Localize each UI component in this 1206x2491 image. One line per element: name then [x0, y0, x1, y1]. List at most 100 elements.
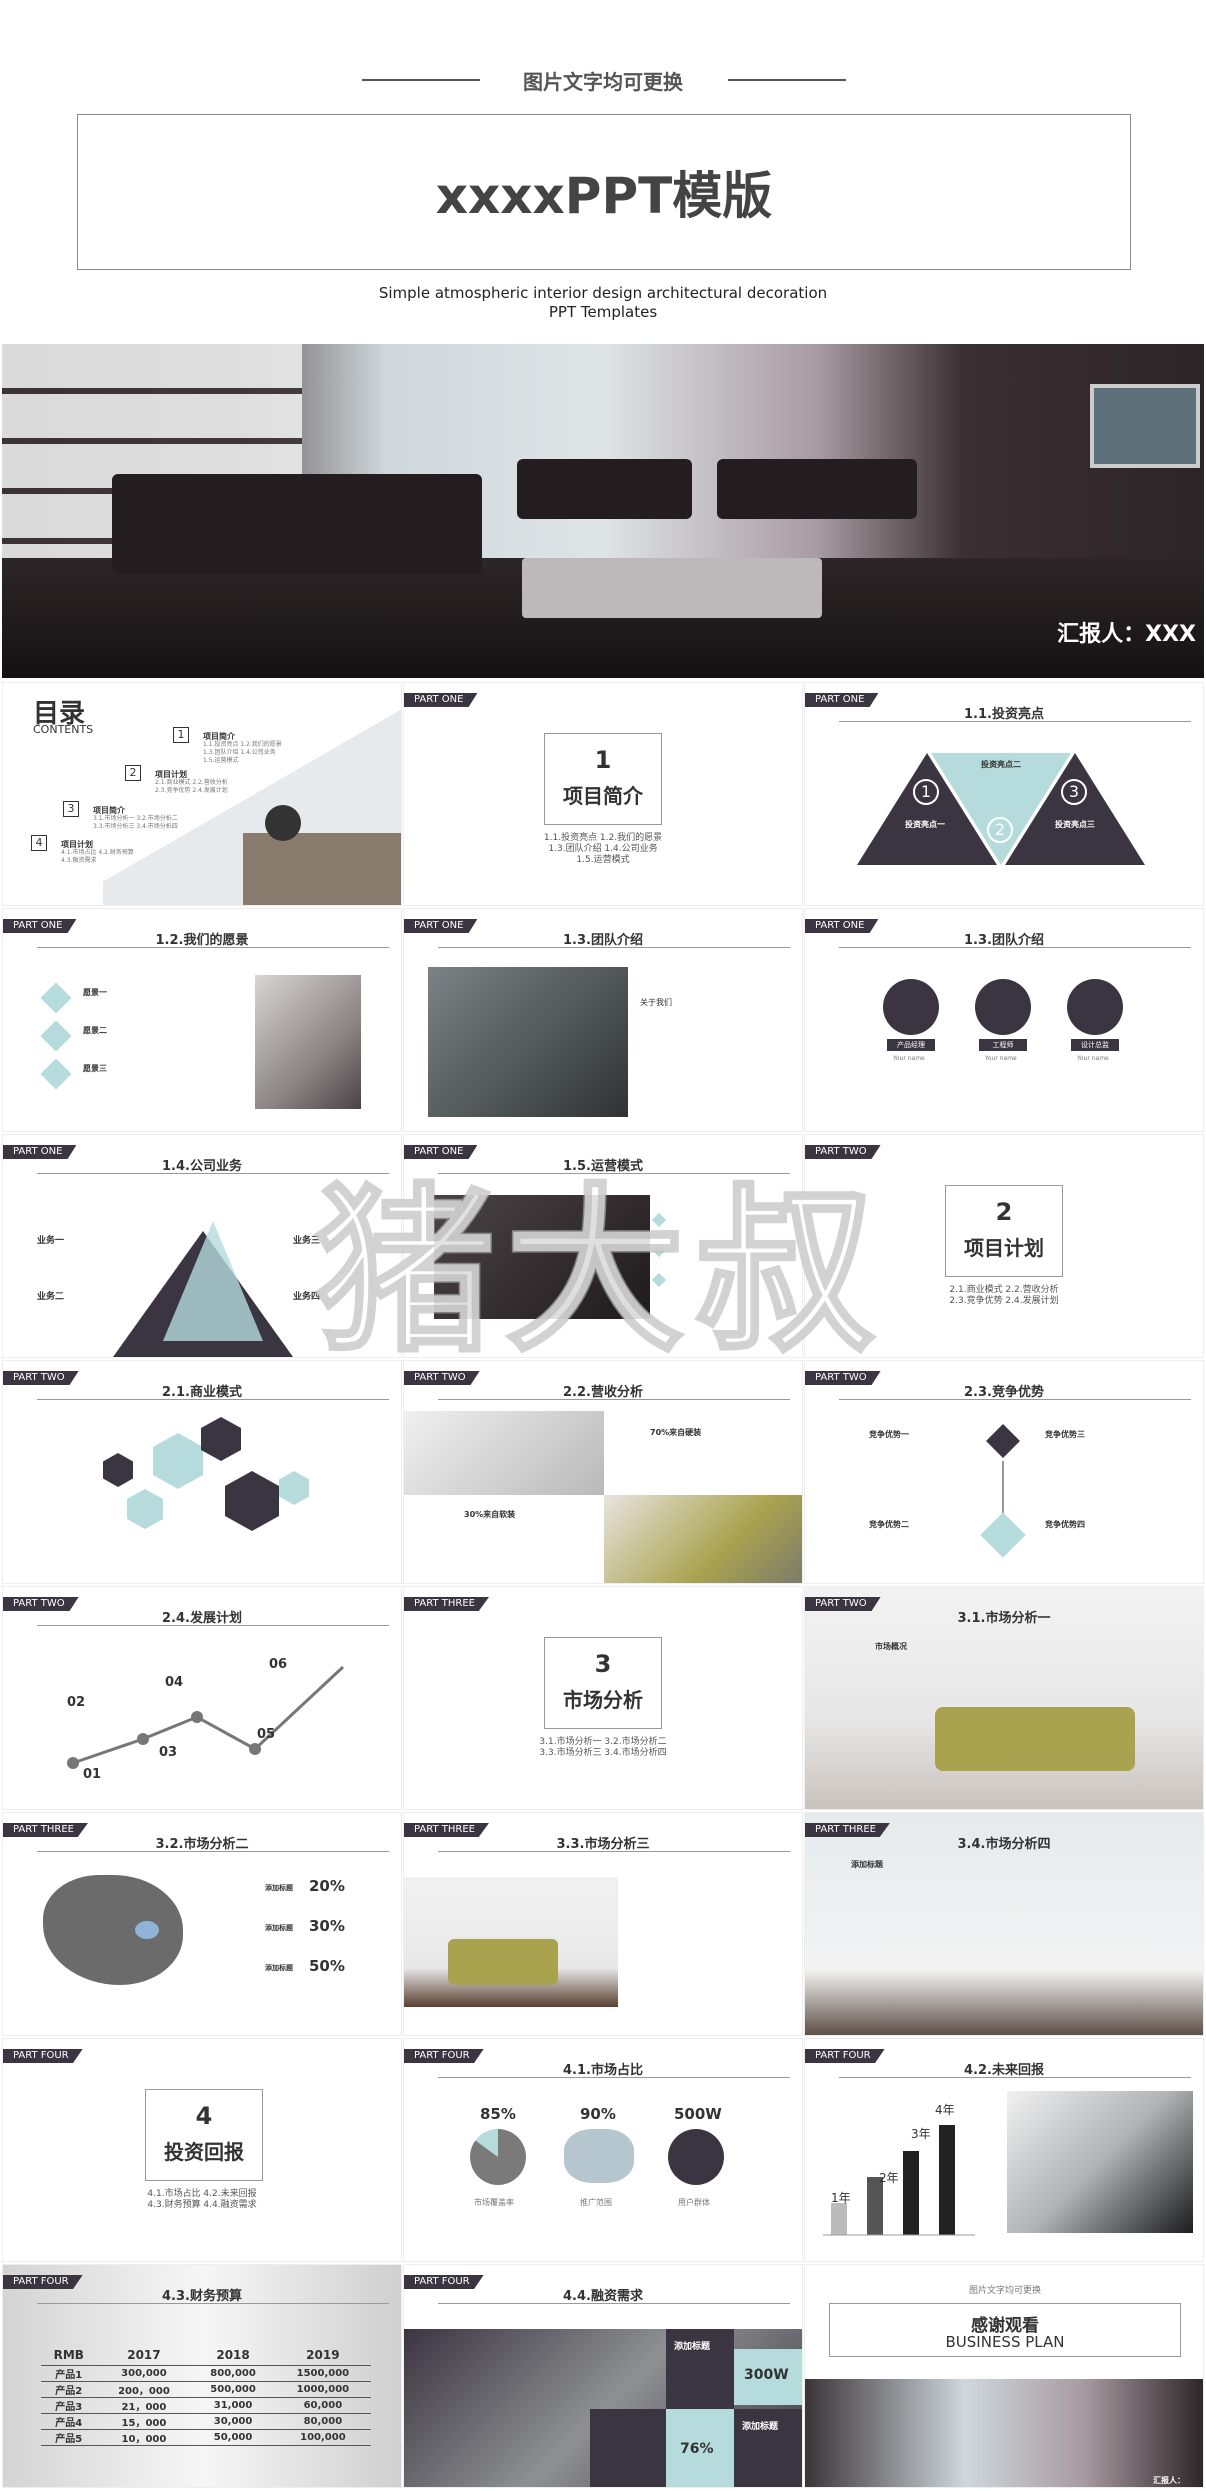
part-tag: PART ONE [404, 693, 478, 707]
vision-2-icon [40, 1020, 72, 1052]
section-title: 投资回报 [164, 2140, 244, 2164]
business-2: 业务二 [37, 1292, 65, 1302]
team-1-name: Your name [893, 1055, 925, 1062]
cover-english-line-2: PPT Templates [548, 303, 658, 321]
slide-part-three[interactable]: PART THREE 3 市场分析 3.1.市场分析一 3.2.市场分析二 3.… [403, 1586, 803, 1810]
part-tag: PART TWO [805, 1145, 881, 1159]
slide-2-3[interactable]: PART TWO 2.3.竞争优势 竞争优势一 竞争优势二 竞争优势三 竞争优势… [804, 1360, 1204, 1584]
slide-title: 1.4.公司业务 [162, 1159, 242, 1174]
cover-subtitle-row: 图片文字均可更换 [0, 66, 1206, 95]
section-number: 1 [594, 746, 612, 774]
table-cell: 1500,000 [274, 2365, 371, 2382]
toc-item-1-sub: 1.1.投资亮点 1.2.我们的愿景 1.3.团队介绍 1.4.公司业务 1.5… [203, 741, 282, 764]
slide-4-4[interactable]: PART FOUR 4.4.融资需求 添加标题 300W 76% 添加标题 [403, 2264, 803, 2488]
slide-title: 1.2.我们的愿景 [155, 933, 249, 948]
section-number: 3 [594, 1650, 612, 1678]
slide-1-1[interactable]: PART ONE 1.1.投资亮点 1 2 3 投资亮点一 投资亮点二 投资亮点… [804, 682, 1204, 906]
team-1-role: 产品经理 [887, 1039, 935, 1051]
pie-shape-1 [470, 2129, 526, 2185]
slide-4-3[interactable]: PART FOUR 4.3.财务预算 RMB 2017 2018 2019 产品1 300… [2, 2264, 402, 2488]
slide-1-3b[interactable]: PART ONE 1.3.团队介绍 产品经理 工程师 设计总监 Your nam… [804, 908, 1204, 1132]
financing-box-5 [590, 2409, 666, 2487]
end-reporter: 汇报人：XXX [1153, 2476, 1185, 2487]
step-02: 02 [67, 1695, 86, 1710]
handshake-photo [1007, 2091, 1193, 2233]
vision-1-icon [40, 982, 72, 1014]
slide-end[interactable]: 图片文字均可更换 感谢观看 BUSINESS PLAN 汇报人：XXX [804, 2264, 1204, 2488]
section-subtitles: 1.1.投资亮点 1.2.我们的愿景 1.3.团队介绍 1.4.公司业务 1.5… [543, 833, 663, 865]
financing-2-value: 76% [680, 2441, 714, 2457]
table-cell: 100,000 [274, 2429, 371, 2446]
slide-3-3[interactable]: PART THREE 3.3.市场分析三 [403, 1812, 803, 2036]
table-cell: 60,000 [274, 2397, 371, 2414]
title-rule [839, 1399, 1191, 1400]
operation-3-icon [651, 1272, 667, 1288]
highlight-2-label: 投资亮点二 [981, 760, 1021, 769]
title-rule [37, 1399, 389, 1400]
step-06: 06 [269, 1657, 288, 1672]
revenue-hard: 70%来自硬装 [650, 1428, 702, 1437]
title-rule [438, 1399, 790, 1400]
slide-4-2[interactable]: PART FOUR 4.2.未来回报 1年 2年 3年 4年 [804, 2038, 1204, 2262]
vision-3-label: 愿景三 [83, 1064, 107, 1073]
operation-1-icon [651, 1212, 667, 1228]
slide-toc[interactable]: 目录 CONTENTS 1 项目简介 1.1.投资亮点 1.2.我们的愿景 1.… [2, 682, 402, 906]
business-4: 业务四 [293, 1292, 321, 1302]
bar-3 [903, 2151, 919, 2235]
business-3: 业务三 [293, 1236, 321, 1246]
slide-part-four[interactable]: PART FOUR 4 投资回报 4.1.市场占比 4.2.未来回报 4.3.财… [2, 2038, 402, 2262]
tv-shape [1090, 384, 1200, 468]
slide-3-1[interactable]: PART TWO 3.1.市场分析一 市场概况 [804, 1586, 1204, 1810]
title-rule [438, 947, 790, 948]
team-2-avatar [975, 979, 1031, 1035]
bar-label-3: 3年 [911, 2127, 931, 2141]
table-header-cell: RMB [41, 2345, 97, 2366]
financing-1-label: 添加标题 [674, 2342, 711, 2352]
slide-2-4[interactable]: PART TWO 2.4.发展计划 01 02 03 04 05 06 [2, 1586, 402, 1810]
table-cell: 10，000 [96, 2429, 192, 2446]
slide-1-3a[interactable]: PART ONE 1.3.团队介绍 关于我们 [403, 908, 803, 1132]
business-arrow-shape-2 [163, 1221, 263, 1341]
highlight-3-number: 3 [1061, 779, 1087, 805]
team-3-avatar [1067, 979, 1123, 1035]
toc-photo-table [243, 833, 401, 905]
toc-item-3-sub: 3.1.市场分析一 3.2.市场分析二 3.3.市场分析三 3.4.市场分析四 [93, 815, 178, 830]
section-subtitles: 3.1.市场分析一 3.2.市场分析二 3.3.市场分析三 3.4.市场分析四 [539, 1737, 667, 1758]
map-highlight-shape [135, 1921, 159, 1939]
toc-item-4-number: 4 [31, 835, 47, 851]
section-title: 市场分析 [563, 1688, 643, 1712]
table-cell: 300,000 [96, 2365, 192, 2382]
bedroom-photo [255, 975, 361, 1109]
hex-shape-4 [127, 1489, 163, 1529]
slide-3-4[interactable]: PART THREE 3.4.市场分析四 添加标题 [804, 1812, 1204, 2036]
yellow-sofa-shape [935, 1707, 1135, 1771]
share-2-label: 推广范围 [580, 2198, 612, 2207]
slide-title: 1.1.投资亮点 [964, 707, 1044, 722]
table-cell: 产品4 [41, 2413, 97, 2430]
slide-1-4[interactable]: PART ONE 1.4.公司业务 业务一 业务二 业务三 业务四 [2, 1134, 402, 1358]
table-cell: 80,000 [274, 2413, 371, 2430]
bar-label-1: 1年 [831, 2191, 851, 2205]
step-05: 05 [257, 1727, 276, 1742]
slide-3-2[interactable]: PART THREE 3.2.市场分析二 添加标题 20% 添加标题 30% 添… [2, 1812, 402, 2036]
slide-2-2[interactable]: PART TWO 2.2.营收分析 70%来自硬装 30%来自软装 [403, 1360, 803, 1584]
team-3-role: 设计总监 [1071, 1039, 1119, 1051]
slide-1-2[interactable]: PART ONE 1.2.我们的愿景 愿景一 愿景二 愿景三 [2, 908, 402, 1132]
cover-title-box: xxxxPPT模版 [77, 114, 1131, 270]
bar-1 [831, 2203, 847, 2235]
step-03: 03 [159, 1745, 178, 1760]
chair-shape [517, 459, 692, 519]
share-3-label: 用户群体 [678, 2198, 710, 2207]
toc-item-2-sub: 2.1.商业模式 2.2.营收分析 2.3.竞争优势 2.4.发展计划 [155, 779, 228, 794]
toc-item-1-number: 1 [173, 727, 189, 743]
end-photo [805, 2379, 1203, 2487]
market-item-2-label: 添加标题 [265, 1924, 293, 1932]
slide-part-one[interactable]: PART ONE 1 项目简介 1.1.投资亮点 1.2.我们的愿景 1.3.团… [403, 682, 803, 906]
slide-4-1[interactable]: PART FOUR 4.1.市场占比 85% 市场覆盖率 90% 推广范围 50… [403, 2038, 803, 2262]
slide-part-two[interactable]: PART TWO 2 项目计划 2.1.商业模式 2.2.营收分析 2.3.竞争… [804, 1134, 1204, 1358]
slide-2-1[interactable]: PART TWO 2.1.商业模式 [2, 1360, 402, 1584]
slide-1-5[interactable]: PART ONE 1.5.运营模式 [403, 1134, 803, 1358]
operation-2-icon [651, 1242, 667, 1258]
market-overview-label: 市场概况 [875, 1642, 907, 1651]
highlight-2-number: 2 [987, 817, 1013, 843]
